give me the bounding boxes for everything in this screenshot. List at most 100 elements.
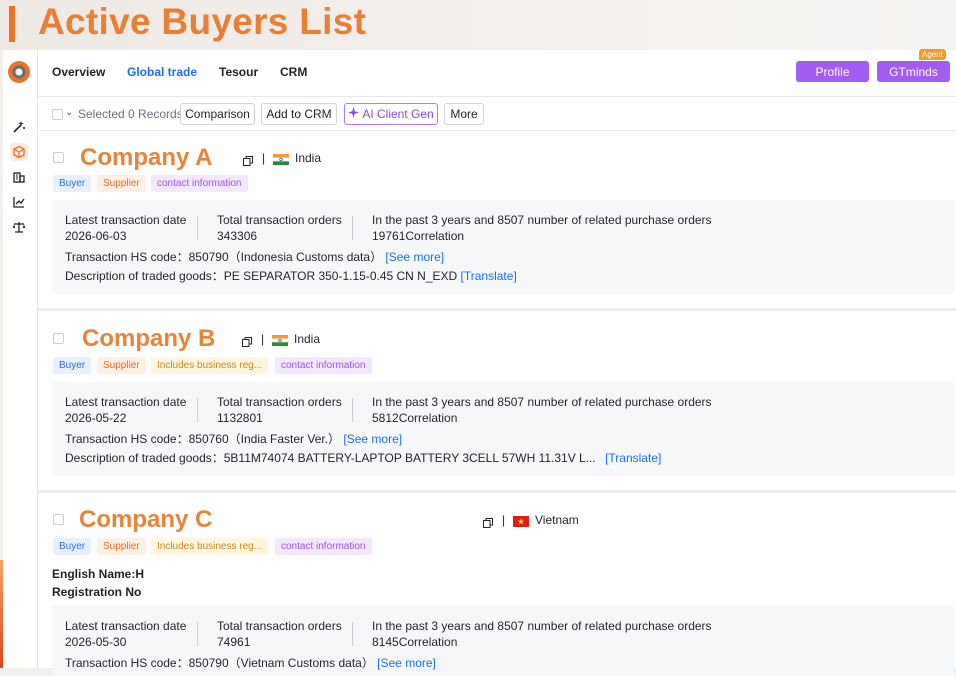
row-checkbox[interactable] xyxy=(53,514,64,525)
buyer-list: Company A | India Buyer Supplier contact… xyxy=(38,132,956,676)
latest-date-label: Latest transaction date xyxy=(65,395,187,409)
tag-business-registration: Includes business reg... xyxy=(151,357,269,374)
company-country: India xyxy=(295,151,322,165)
transaction-summary: Latest transaction date 2026-06-03 Total… xyxy=(52,200,954,294)
column-divider xyxy=(352,216,353,240)
india-flag-icon xyxy=(272,333,288,346)
company-card: Company B | India Buyer Supplier Include… xyxy=(38,311,956,489)
correlation-value: 19761Correlation xyxy=(372,229,465,243)
transaction-summary: Latest transaction date 2026-05-22 Total… xyxy=(52,382,954,476)
sparkle-icon xyxy=(348,107,360,121)
translate-link[interactable]: [Translate] xyxy=(461,269,517,283)
latest-date-value: 2026-06-03 xyxy=(65,229,127,243)
tag-buyer: Buyer xyxy=(53,175,92,192)
transaction-summary: Latest transaction date 2026-05-30 Total… xyxy=(52,606,954,676)
english-name-label: English Name:H xyxy=(52,567,145,581)
latest-date-value: 2026-05-30 xyxy=(65,635,127,649)
vietnam-flag-icon xyxy=(513,514,529,527)
page-banner: Active Buyers List xyxy=(0,0,956,50)
banner-accent-bar xyxy=(9,6,15,42)
chevron-down-icon[interactable]: ⌄ xyxy=(65,107,73,118)
latest-date-label: Latest transaction date xyxy=(65,213,187,227)
list-toolbar: ⌄ Selected 0 Records Comparison Add to C… xyxy=(38,98,956,131)
select-all-checkbox[interactable] xyxy=(52,109,63,120)
add-to-crm-button[interactable]: Add to CRM xyxy=(261,103,337,125)
cube-icon[interactable] xyxy=(10,143,28,161)
row-checkbox[interactable] xyxy=(53,333,64,344)
copy-icon[interactable] xyxy=(242,334,252,347)
correlation-value: 5812Correlation xyxy=(372,411,458,425)
column-divider xyxy=(197,216,198,240)
tag-business-registration: Includes business reg... xyxy=(151,538,269,555)
goods-description-line: Description of traded goods：PE SEPARATOR… xyxy=(65,267,517,284)
profile-button[interactable]: Profile xyxy=(796,61,869,82)
magic-wand-icon[interactable] xyxy=(10,118,28,136)
registration-number-label: Registration No xyxy=(52,585,142,599)
building-icon[interactable] xyxy=(10,168,28,186)
chart-icon[interactable] xyxy=(10,193,28,211)
tab-overview[interactable]: Overview xyxy=(52,65,105,79)
tab-crm[interactable]: CRM xyxy=(280,65,307,79)
company-card: Company C | Vietnam Buyer Supplier Inclu… xyxy=(38,493,956,676)
tag-supplier: Supplier xyxy=(97,538,146,555)
copy-icon[interactable] xyxy=(243,153,253,166)
sidebar xyxy=(3,50,38,668)
selected-count: Selected 0 Records xyxy=(78,107,183,121)
column-divider xyxy=(197,398,198,422)
top-navigation: Overview Global trade Tesour CRM Profile… xyxy=(38,49,956,97)
divider: | xyxy=(502,513,506,527)
ai-client-gen-button[interactable]: AI Client Gen xyxy=(344,103,438,125)
hs-code-line: Transaction HS code：850760（India Faster … xyxy=(65,430,402,447)
scale-icon[interactable] xyxy=(10,218,28,236)
goods-description-text: Description of traded goods：PE SEPARATOR… xyxy=(65,269,458,283)
banner-title: Active Buyers List xyxy=(38,1,367,42)
hs-code-text: Transaction HS code：850790（Indonesia Cus… xyxy=(65,250,383,264)
hs-code-text: Transaction HS code：850760（India Faster … xyxy=(65,432,341,446)
latest-date-value: 2026-05-22 xyxy=(65,411,127,425)
column-divider xyxy=(352,398,353,422)
total-orders-label: Total transaction orders xyxy=(217,395,342,409)
company-country: India xyxy=(294,332,321,346)
tag-contact-info: contact information xyxy=(275,357,372,374)
company-name[interactable]: Company B xyxy=(82,325,215,353)
row-checkbox[interactable] xyxy=(53,152,64,163)
tag-contact-info: contact information xyxy=(151,175,248,192)
gtminds-button[interactable]: GTminds xyxy=(877,61,950,82)
more-button[interactable]: More xyxy=(444,103,484,125)
app-window: Overview Global trade Tesour CRM Profile… xyxy=(3,49,956,676)
see-more-link[interactable]: [See more] xyxy=(385,250,444,264)
column-divider xyxy=(197,622,198,646)
divider: | xyxy=(261,332,265,346)
related-orders-label: In the past 3 years and 8507 number of r… xyxy=(372,619,712,633)
company-name[interactable]: Company C xyxy=(79,506,212,534)
total-orders-value: 1132801 xyxy=(217,411,263,425)
see-more-link[interactable]: [See more] xyxy=(343,432,402,446)
divider: | xyxy=(262,151,266,165)
agent-badge: Agent xyxy=(919,49,946,60)
translate-link[interactable]: [Translate] xyxy=(605,451,661,465)
total-orders-label: Total transaction orders xyxy=(217,213,342,227)
hs-code-line: Transaction HS code：850790（Indonesia Cus… xyxy=(65,248,444,265)
app-logo[interactable] xyxy=(8,61,30,83)
tab-global-trade[interactable]: Global trade xyxy=(127,65,197,79)
company-card: Company A | India Buyer Supplier contact… xyxy=(38,132,956,310)
latest-date-label: Latest transaction date xyxy=(65,619,187,633)
hs-code-line: Transaction HS code：850790（Vietnam Custo… xyxy=(65,654,436,671)
tag-contact-info: contact information xyxy=(275,538,372,555)
related-orders-label: In the past 3 years and 8507 number of r… xyxy=(372,395,712,409)
related-orders-label: In the past 3 years and 8507 number of r… xyxy=(372,213,712,227)
goods-description-text: Description of traded goods：5B11M74074 B… xyxy=(65,451,596,465)
column-divider xyxy=(352,622,353,646)
comparison-button[interactable]: Comparison xyxy=(180,103,255,125)
goods-description-line: Description of traded goods：5B11M74074 B… xyxy=(65,449,661,466)
copy-icon[interactable] xyxy=(483,515,493,528)
correlation-value: 8145Correlation xyxy=(372,635,458,649)
total-orders-value: 343306 xyxy=(217,229,258,243)
total-orders-label: Total transaction orders xyxy=(217,619,342,633)
tag-buyer: Buyer xyxy=(53,538,92,555)
tag-supplier: Supplier xyxy=(97,357,146,374)
tab-tesour[interactable]: Tesour xyxy=(219,65,258,79)
total-orders-value: 74961 xyxy=(217,635,251,649)
company-country: Vietnam xyxy=(535,513,579,527)
company-name[interactable]: Company A xyxy=(80,144,212,172)
